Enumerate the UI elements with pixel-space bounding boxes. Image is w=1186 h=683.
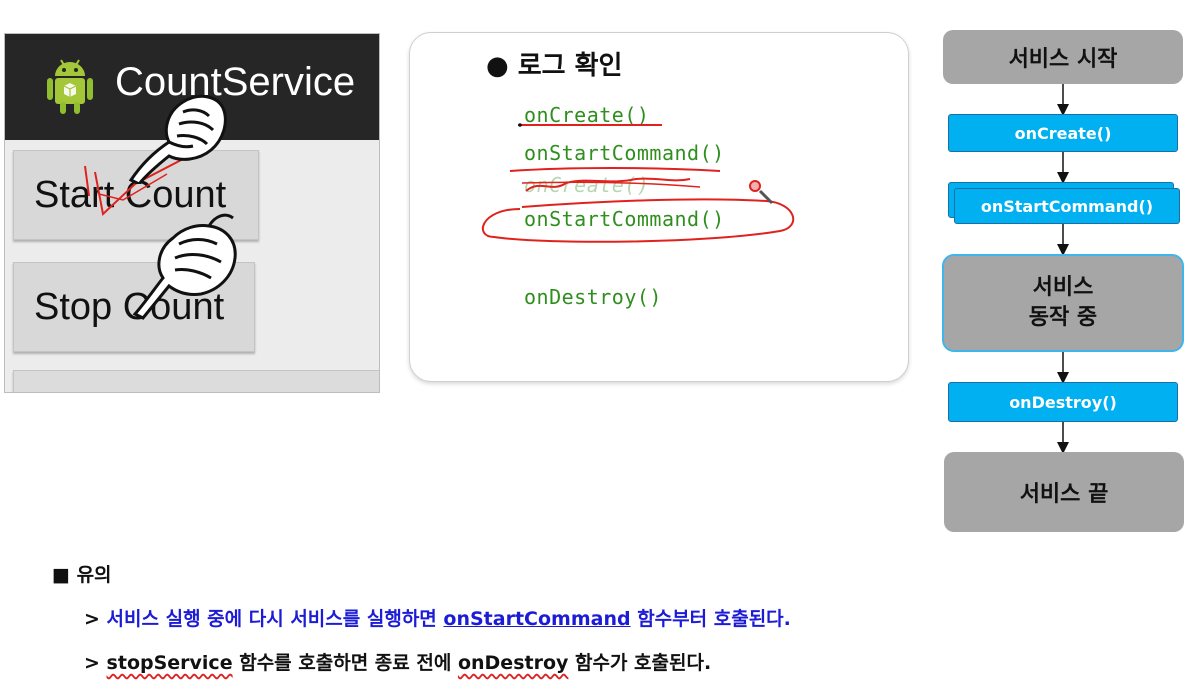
flow-service-end: 서비스 끝: [944, 452, 1184, 532]
note-line-1: > 서비스 실행 중에 다시 서비스를 실행하면 onStartCommand …: [84, 604, 791, 631]
flow-running-line2: 동작 중: [1028, 305, 1098, 330]
flow-ondestroy: onDestroy(): [948, 382, 1178, 422]
note-heading-text: 유의: [76, 564, 112, 586]
note-prefix: >: [84, 608, 107, 630]
note-prefix: >: [84, 652, 107, 674]
flow-onstartcommand: onStartCommand(): [954, 188, 1180, 224]
flow-service-start: 서비스 시작: [943, 30, 1183, 84]
flow-oncreate: onCreate(): [948, 114, 1178, 152]
flow-running-line1: 서비스: [1032, 275, 1094, 300]
note2-keyword-ondestroy: onDestroy: [457, 652, 569, 674]
note2-text-b: 함수가 호출된다.: [568, 652, 712, 674]
note-line-2: > stopService 함수를 호출하면 종료 전에 onDestroy 함…: [84, 648, 711, 675]
note-heading: ■ 유의: [52, 560, 112, 587]
note2-text-a: 함수를 호출하면 종료 전에: [232, 652, 458, 674]
flow-service-running: 서비스 동작 중: [942, 254, 1184, 352]
square-bullet-icon: ■: [52, 564, 70, 586]
note1-keyword: onStartCommand: [443, 608, 631, 630]
note2-keyword-stopservice: stopService: [106, 652, 233, 674]
note1-text-a: 서비스 실행 중에 다시 서비스를 실행하면: [106, 608, 444, 630]
note1-text-b: 함수부터 호출된다.: [630, 608, 791, 630]
